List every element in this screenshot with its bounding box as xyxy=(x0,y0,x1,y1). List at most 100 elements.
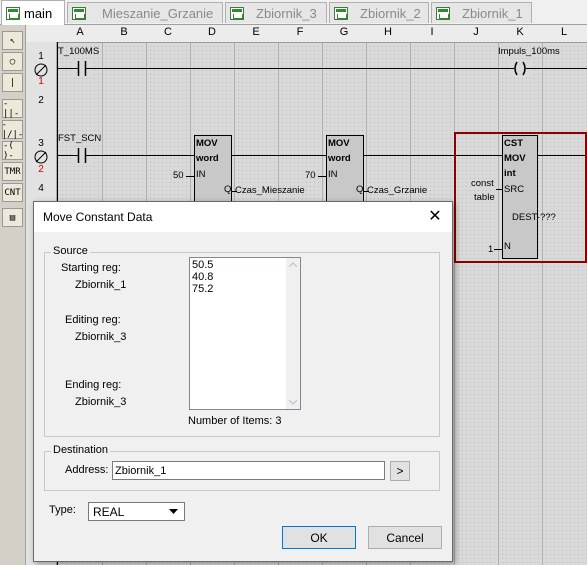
item-count: Number of Items: 3 xyxy=(188,415,282,427)
browse-button[interactable]: > xyxy=(390,461,410,481)
pin-label: IN xyxy=(196,169,206,180)
column-label: A xyxy=(76,26,84,38)
output-coil[interactable] xyxy=(508,60,532,77)
editing-reg-label: Editing reg: xyxy=(65,314,121,326)
rung-number: 4 xyxy=(38,183,44,194)
close-icon[interactable]: ✕ xyxy=(424,206,446,228)
input-value: 50 xyxy=(173,170,184,181)
address-input[interactable] xyxy=(112,461,385,480)
block-title: MOV xyxy=(504,153,526,164)
output-tag: Czas_Grzanie xyxy=(367,185,428,196)
tab-zbiornik-3[interactable]: Zbiornik_3 xyxy=(225,2,327,23)
column-header: A B C D E F G H I J K L xyxy=(26,25,587,43)
starting-reg-value: Zbiornik_1 xyxy=(75,279,127,291)
cancel-button[interactable]: Cancel xyxy=(368,526,442,549)
contact-label: T_100MS xyxy=(58,46,100,57)
pin-wire xyxy=(186,176,194,177)
pin-wire xyxy=(318,176,326,177)
pin-label: N xyxy=(504,241,511,252)
counter-tool-icon[interactable]: CNT xyxy=(2,183,23,202)
src-label: table xyxy=(474,192,495,203)
tab-main[interactable]: main xyxy=(1,0,65,25)
no-contact-tool-icon[interactable]: -||- xyxy=(2,99,23,119)
tab-zbiornik-1[interactable]: Zbiornik_1 xyxy=(431,2,532,23)
column-label: E xyxy=(252,26,260,38)
type-select[interactable]: REAL xyxy=(88,502,185,521)
nc-contact-tool-icon[interactable]: -|/|- xyxy=(2,120,24,140)
scroll-up-icon[interactable] xyxy=(289,262,297,267)
ladder-program-icon xyxy=(6,6,20,20)
document-tab-bar: main Mieszanie_Grzanie Zbiornik_3 Zbiorn… xyxy=(0,0,587,25)
list-item[interactable]: 75.2 xyxy=(192,283,213,295)
column-label: F xyxy=(296,26,304,38)
tab-zbiornik-2[interactable]: Zbiornik_2 xyxy=(329,2,429,23)
coil-tool-icon[interactable]: -( )- xyxy=(2,141,23,161)
dialog-title-bar[interactable]: Move Constant Data ✕ xyxy=(34,202,452,232)
dialog-title: Move Constant Data xyxy=(43,210,153,224)
editing-reg-value: Zbiornik_3 xyxy=(75,331,127,343)
input-value: 70 xyxy=(305,170,316,181)
n-value: 1 xyxy=(488,244,494,255)
normally-open-contact[interactable] xyxy=(71,147,93,164)
move-constant-data-dialog: Move Constant Data ✕ Source Starting reg… xyxy=(33,201,453,562)
column-label: G xyxy=(339,26,349,38)
source-group-label: Source xyxy=(51,245,90,257)
vertical-wire-tool-icon[interactable]: | xyxy=(2,73,23,92)
output-tag: Czas_Mieszanie xyxy=(235,185,305,196)
list-scrollbar[interactable] xyxy=(286,258,300,409)
coil-label: Impuls_100ms xyxy=(498,46,560,57)
pointer-tool-icon[interactable]: ↖ xyxy=(2,31,23,50)
constant-values-list[interactable]: 50.5 40.8 75.2 xyxy=(189,257,301,410)
pin-label: Q xyxy=(224,184,232,195)
column-label: H xyxy=(384,26,392,38)
column-label: K xyxy=(516,26,524,38)
normally-open-contact[interactable] xyxy=(71,60,93,77)
function-block-tool-icon[interactable]: ▤ xyxy=(2,208,23,227)
type-label: Type: xyxy=(49,504,76,516)
tab-label: Zbiornik_3 xyxy=(256,5,317,21)
tab-mieszanie-grzanie[interactable]: Mieszanie_Grzanie xyxy=(67,2,223,23)
pin-wire xyxy=(494,249,502,250)
type-select-value: REAL xyxy=(93,505,125,519)
column-label: I xyxy=(430,26,434,38)
ok-button[interactable]: OK xyxy=(282,526,356,549)
starting-reg-label: Starting reg: xyxy=(61,262,121,274)
column-label: C xyxy=(164,26,172,38)
chevron-down-icon xyxy=(169,509,178,514)
src-label: const xyxy=(471,178,494,189)
column-label: D xyxy=(208,26,216,38)
scroll-down-icon[interactable] xyxy=(289,400,297,405)
destination-group-label: Destination xyxy=(51,444,111,456)
pin-wire xyxy=(496,189,502,190)
column-label: B xyxy=(120,26,128,38)
pin-label: IN xyxy=(328,169,338,180)
block-title: MOV xyxy=(328,138,350,149)
block-type: word xyxy=(328,153,351,164)
rung-number: 2 xyxy=(38,95,44,106)
tab-label: main xyxy=(24,5,53,21)
timer-tool-icon[interactable]: TMR xyxy=(2,162,23,181)
column-label: J xyxy=(473,26,479,38)
ending-reg-label: Ending reg: xyxy=(65,379,122,391)
ladder-tool-palette: ↖ ◯ | -||- -|/|- -( )- TMR CNT ▤ xyxy=(0,25,26,565)
column-label: L xyxy=(560,26,568,38)
list-item[interactable]: 40.8 xyxy=(192,271,213,283)
tab-label: Zbiornik_1 xyxy=(462,5,523,21)
ladder-program-icon xyxy=(72,6,86,20)
breakpoint-icon[interactable] xyxy=(31,60,51,80)
list-item[interactable]: 50.5 xyxy=(192,259,213,271)
ladder-program-icon xyxy=(436,6,450,20)
contact-label: FST_SCN xyxy=(58,133,102,144)
block-type: word xyxy=(196,153,219,164)
tab-label: Zbiornik_2 xyxy=(360,5,421,21)
block-title: MOV xyxy=(196,138,218,149)
dest-pin-label: DEST-??? xyxy=(512,212,556,223)
ending-reg-value: Zbiornik_3 xyxy=(75,396,127,408)
address-label: Address: xyxy=(65,464,109,476)
lasso-tool-icon[interactable]: ◯ xyxy=(2,52,23,71)
block-title: CST xyxy=(504,138,523,149)
pin-label: Q xyxy=(356,184,364,195)
tab-label: Mieszanie_Grzanie xyxy=(102,5,214,21)
breakpoint-icon[interactable] xyxy=(31,147,51,167)
cst-mov-function-block[interactable]: CST MOV int SRC DEST-??? N xyxy=(502,135,556,259)
